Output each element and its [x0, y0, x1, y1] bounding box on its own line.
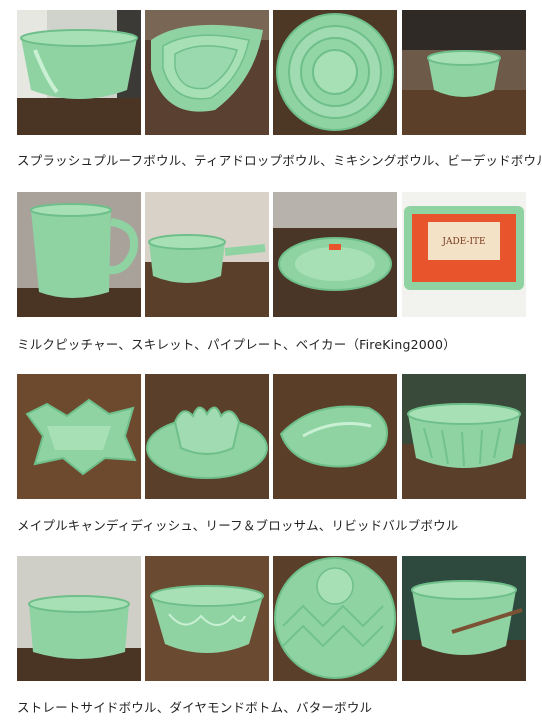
teardrop-bowl-photo-icon	[145, 10, 269, 135]
row-4-caption: ストレートサイドボウル、ダイヤモンドボトム、バターボウル	[17, 700, 373, 715]
swirl-bowl-photo-icon	[402, 374, 526, 499]
row-3-caption: メイプルキャンディディッシュ、リーフ＆ブロッサム、リビッドバルブボウル	[17, 518, 459, 533]
photo-skillet[interactable]	[145, 192, 269, 317]
jade-ite-label: JADE-ITE	[441, 237, 485, 247]
leaf-blossom-photo-icon	[145, 374, 269, 499]
leaf-dish-photo-icon	[273, 374, 397, 499]
milk-pitcher-photo-icon	[17, 192, 141, 317]
photo-beaded-bowl[interactable]	[402, 10, 526, 135]
pie-plate-photo-icon	[273, 192, 397, 317]
photo-baker-box[interactable]: JADE-ITE	[402, 192, 526, 317]
photo-butter-bowl-diamond[interactable]	[273, 556, 397, 681]
splashproof-bowl-photo-icon	[17, 10, 141, 135]
straight-side-bowl-photo-icon	[17, 556, 141, 681]
maple-candy-dish-photo-icon	[17, 374, 141, 499]
mixing-bowl-photo-icon	[273, 10, 397, 135]
diamond-bottom-photo-icon	[145, 556, 269, 681]
photo-mixing-bowl[interactable]	[273, 10, 397, 135]
swirl-bowl-2-photo-icon	[273, 556, 397, 681]
row-2-caption: ミルクピッチャー、スキレット、パイプレート、ベイカー（FireKing2000）	[17, 337, 456, 352]
photo-swirl-bowl[interactable]	[402, 374, 526, 499]
photo-batter-bowl[interactable]	[402, 556, 526, 681]
baker-box-photo-icon: JADE-ITE	[402, 192, 526, 317]
row-1-caption: スプラッシュプルーフボウル、ティアドロップボウル、ミキシングボウル、ビーデッドボ…	[17, 153, 542, 168]
photo-leaf-dish[interactable]	[273, 374, 397, 499]
gallery-row-2: JADE-ITE ミルクピッチャー、スキレット、パイプレート、ベイカー（Fire…	[17, 192, 542, 352]
gallery-row-1: スプラッシュプルーフボウル、ティアドロップボウル、ミキシングボウル、ビーデッドボ…	[17, 10, 542, 168]
beaded-bowl-photo-icon	[402, 10, 526, 135]
skillet-photo-icon	[145, 192, 269, 317]
photo-splashproof-bowl[interactable]	[17, 10, 141, 135]
gallery-row-4: ストレートサイドボウル、ダイヤモンドボトム、バターボウル	[17, 556, 542, 715]
batter-bowl-photo-icon	[402, 556, 526, 681]
photo-straight-side-bowl[interactable]	[17, 556, 141, 681]
photo-leaf-blossom[interactable]	[145, 374, 269, 499]
photo-milk-pitcher[interactable]	[17, 192, 141, 317]
photo-diamond-bottom[interactable]	[145, 556, 269, 681]
photo-pie-plate[interactable]	[273, 192, 397, 317]
gallery-row-3: メイプルキャンディディッシュ、リーフ＆ブロッサム、リビッドバルブボウル	[17, 374, 542, 533]
photo-teardrop-bowl[interactable]	[145, 10, 269, 135]
photo-maple-candy-dish[interactable]	[17, 374, 141, 499]
